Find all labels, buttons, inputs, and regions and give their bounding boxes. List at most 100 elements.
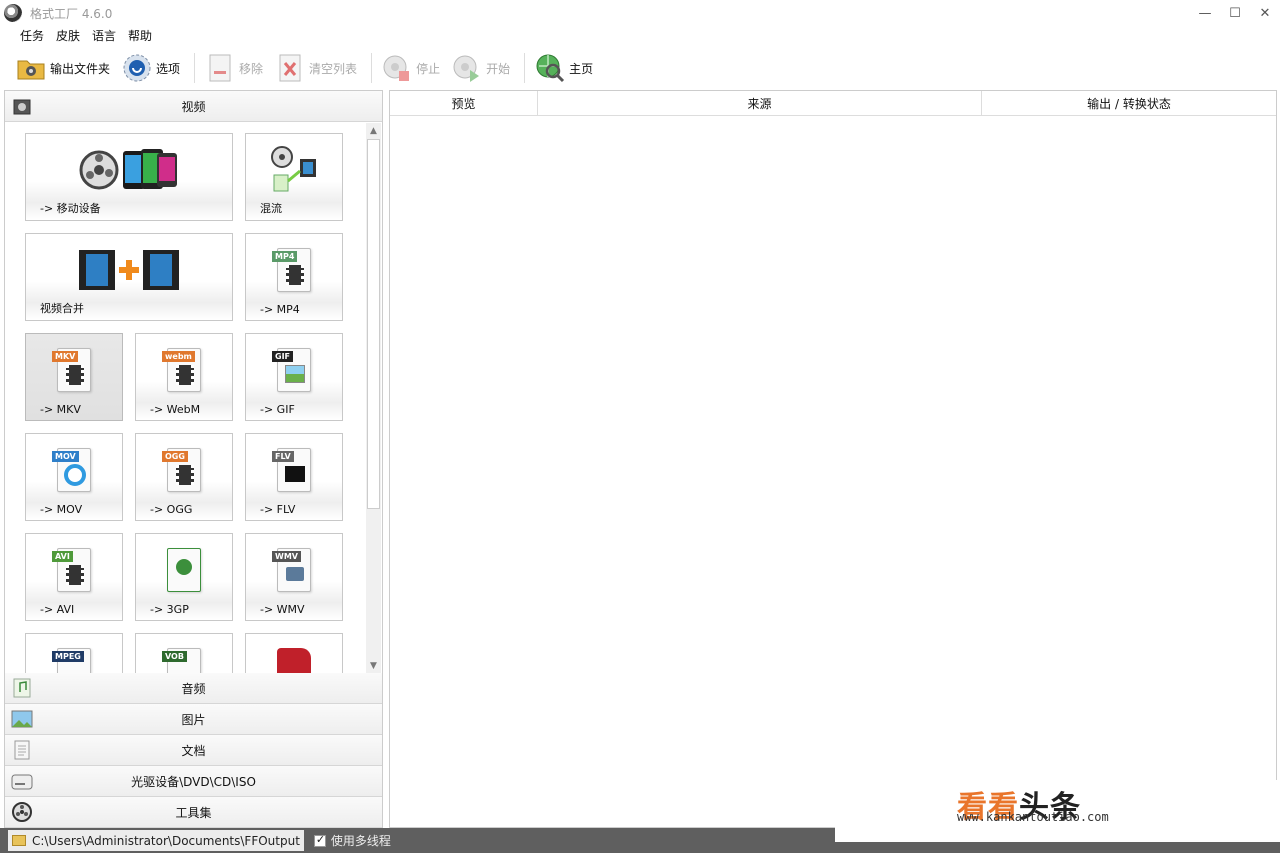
- remove-button[interactable]: 移除: [201, 50, 267, 86]
- options-label: 选项: [156, 61, 181, 76]
- mux-icon: [246, 144, 342, 196]
- menu-language[interactable]: 语言: [86, 26, 122, 46]
- category-tools-label: 工具集: [175, 805, 212, 820]
- tile-label: 混流: [260, 202, 282, 215]
- tile-3gp[interactable]: -> 3GP: [135, 533, 233, 621]
- format-tag: FLV: [272, 451, 294, 462]
- tile-label: -> MKV: [40, 403, 81, 416]
- category-document-label: 文档: [181, 743, 206, 758]
- watermark-url: www.kankantoutiao.com: [957, 810, 1109, 824]
- globe-search-icon: [535, 53, 565, 83]
- video-tiles: -> 移动设备 混流 视频合并 MP4 -> MP4 MKV -> MKV we…: [5, 123, 365, 673]
- flv-file-icon: FLV: [272, 448, 311, 492]
- window-controls: — ☐ ✕: [1190, 0, 1280, 26]
- app-logo-icon: [4, 4, 22, 22]
- tile-mkv[interactable]: MKV -> MKV: [25, 333, 123, 421]
- output-folder-button[interactable]: 输出文件夹: [12, 50, 114, 86]
- output-folder-label: 输出文件夹: [50, 61, 111, 76]
- output-path-text: C:\Users\Administrator\Documents\FFOutpu…: [32, 833, 300, 848]
- start-button[interactable]: 开始: [448, 50, 514, 86]
- column-output-status[interactable]: 输出 / 转换状态: [982, 91, 1276, 116]
- ogg-file-icon: OGG: [162, 448, 201, 492]
- menu-help[interactable]: 帮助: [122, 26, 158, 46]
- tile-mp4[interactable]: MP4 -> MP4: [245, 233, 343, 321]
- mov-file-icon: MOV: [52, 448, 91, 492]
- clear-list-label: 清空列表: [309, 61, 358, 76]
- column-source[interactable]: 来源: [538, 91, 982, 116]
- tile-webm[interactable]: webm -> WebM: [135, 333, 233, 421]
- multithread-option[interactable]: 使用多线程: [313, 832, 391, 849]
- category-video[interactable]: 视频: [5, 91, 382, 122]
- tile-avi[interactable]: AVI -> AVI: [25, 533, 123, 621]
- remove-label: 移除: [239, 61, 264, 76]
- tile-mov[interactable]: MOV -> MOV: [25, 433, 123, 521]
- close-button[interactable]: ✕: [1250, 0, 1280, 26]
- watermark: 看看头条 www.kankantoutiao.com: [835, 780, 1280, 842]
- toolbar-separator: [194, 53, 196, 83]
- tile-label: -> 移动设备: [40, 202, 101, 215]
- options-button[interactable]: 选项: [118, 50, 184, 86]
- multithread-checkbox[interactable]: [313, 833, 326, 847]
- tile-gif[interactable]: GIF -> GIF: [245, 333, 343, 421]
- tile-vob[interactable]: VOB: [135, 633, 233, 673]
- category-audio[interactable]: 音频: [5, 673, 382, 704]
- category-image-label: 图片: [181, 712, 206, 727]
- format-tag: webm: [162, 351, 195, 362]
- category-optical-drive[interactable]: 光驱设备\DVD\CD\ISO: [5, 766, 382, 797]
- reel-icon: [176, 559, 192, 575]
- scroll-thumb[interactable]: [367, 139, 380, 509]
- stop-button[interactable]: 停止: [378, 50, 444, 86]
- film-plus-film-icon: [26, 244, 232, 296]
- tile-label: -> 3GP: [150, 603, 189, 616]
- scroll-up-arrow-icon[interactable]: ▲: [366, 123, 381, 138]
- 3gp-file-icon: [167, 548, 201, 592]
- music-note-icon: [11, 678, 33, 698]
- folder-icon: [12, 835, 26, 846]
- category-tools[interactable]: 工具集: [5, 797, 382, 828]
- gif-file-icon: GIF: [272, 348, 311, 392]
- toolbar: 输出文件夹 选项 移除 清空列表 停止 开始 主页: [0, 48, 1280, 88]
- tile-mux[interactable]: 混流: [245, 133, 343, 221]
- column-preview[interactable]: 预览: [390, 91, 538, 116]
- tile-wmv[interactable]: WMV -> WMV: [245, 533, 343, 621]
- tiles-scrollbar[interactable]: ▲ ▼: [366, 123, 381, 673]
- category-image[interactable]: 图片: [5, 704, 382, 735]
- output-path-display[interactable]: C:\Users\Administrator\Documents\FFOutpu…: [8, 830, 304, 851]
- stop-label: 停止: [416, 61, 441, 76]
- tile-mpeg[interactable]: MPEG: [25, 633, 123, 673]
- tile-label: -> AVI: [40, 603, 75, 616]
- start-icon: [452, 53, 482, 83]
- menu-task[interactable]: 任务: [14, 26, 50, 46]
- category-audio-label: 音频: [181, 681, 206, 696]
- home-label: 主页: [569, 61, 594, 76]
- mpeg-file-icon: MPEG: [52, 648, 91, 673]
- tile-label: -> OGG: [150, 503, 193, 516]
- tile-mobile-device[interactable]: -> 移动设备: [25, 133, 233, 221]
- clear-list-icon: [275, 53, 305, 83]
- tile-flv[interactable]: FLV -> FLV: [245, 433, 343, 521]
- task-list: 预览 来源 输出 / 转换状态: [389, 90, 1277, 828]
- tile-label: -> GIF: [260, 403, 295, 416]
- image-icon: [285, 365, 305, 383]
- scroll-down-arrow-icon[interactable]: ▼: [366, 658, 381, 673]
- toolbar-separator: [524, 53, 526, 83]
- minimize-button[interactable]: —: [1190, 0, 1220, 26]
- menu-skin[interactable]: 皮肤: [50, 26, 86, 46]
- film-clapper-icon: [11, 96, 33, 116]
- camera-icon: [286, 567, 304, 581]
- maximize-button[interactable]: ☐: [1220, 0, 1250, 26]
- clapper-icon: [285, 466, 305, 482]
- category-document[interactable]: 文档: [5, 735, 382, 766]
- quicktime-icon: [64, 464, 86, 486]
- format-tag: WMV: [272, 551, 301, 562]
- tile-ogg[interactable]: OGG -> OGG: [135, 433, 233, 521]
- clear-list-button[interactable]: 清空列表: [271, 50, 361, 86]
- webm-file-icon: webm: [162, 348, 201, 392]
- film-reel-icon: [11, 802, 33, 822]
- start-label: 开始: [486, 61, 511, 76]
- tile-label: -> MOV: [40, 503, 83, 516]
- tile-swf[interactable]: [245, 633, 343, 673]
- home-button[interactable]: 主页: [531, 50, 597, 86]
- mp4-file-icon: MP4: [272, 248, 311, 292]
- tile-video-join[interactable]: 视频合并: [25, 233, 233, 321]
